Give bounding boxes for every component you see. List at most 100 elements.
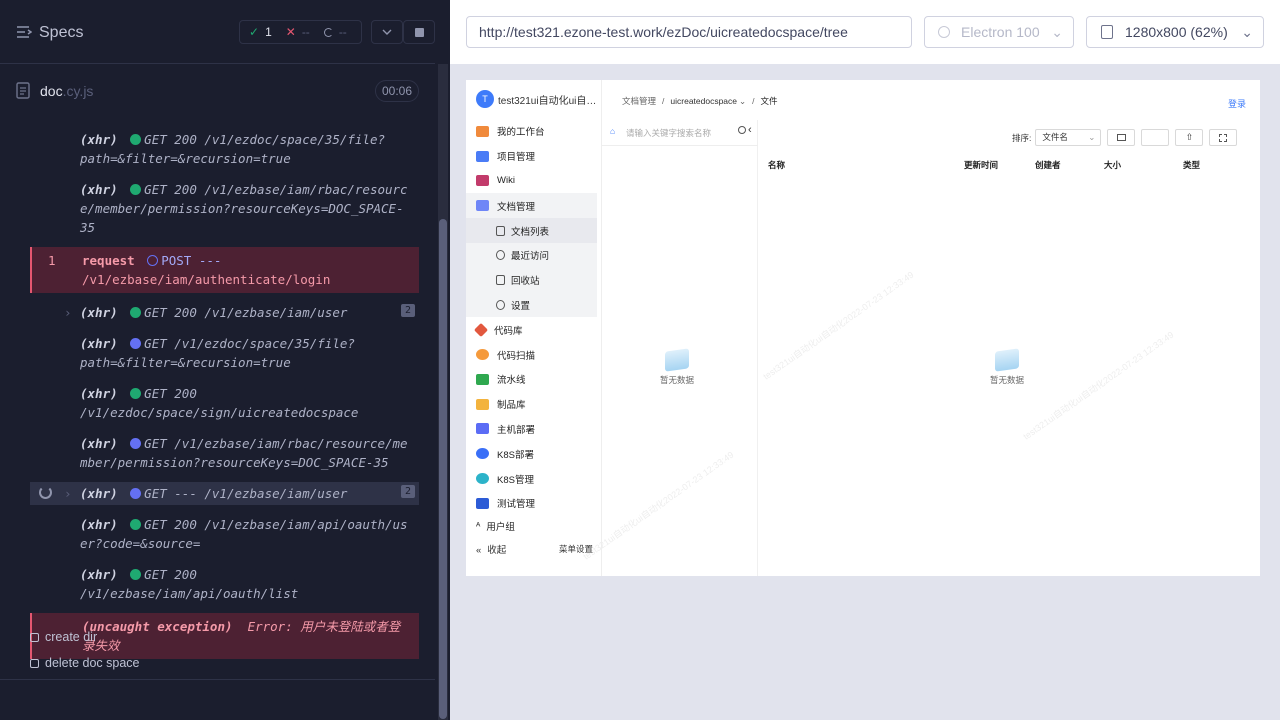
chevron-left-icon[interactable]: ‹: [748, 124, 752, 136]
column-name[interactable]: 名称: [768, 159, 785, 171]
url-bar[interactable]: http://test321.ezone-test.work/ezDoc/uic…: [466, 16, 912, 48]
status-dot-icon: [130, 388, 142, 399]
specs-title[interactable]: Specs: [39, 24, 83, 42]
nav-label: 文档管理: [497, 201, 536, 213]
log-entry-active[interactable]: › (xhr) GET --- /v1/ezbase/iam/user 2: [30, 482, 419, 505]
status-dot-icon: [130, 438, 142, 449]
failed-stat: ✕ --: [286, 25, 310, 39]
log-entry[interactable]: (xhr) GET /v1/ezdoc/space/35/file?path=&…: [30, 332, 419, 374]
log-text: GET --- /v1/ezbase/iam/user: [144, 486, 348, 501]
spec-file-name: doc.cy.js: [40, 83, 93, 99]
home-icon[interactable]: ⌂: [610, 126, 615, 136]
fullscreen-button[interactable]: [1209, 129, 1238, 146]
log-kind: (xhr): [80, 336, 118, 351]
log-entry[interactable]: (xhr) GET 200 /v1/ezdoc/space/sign/uicre…: [30, 382, 419, 424]
viewport-select[interactable]: 1280x800 (62%) ⌄: [1086, 16, 1264, 48]
column-type[interactable]: 类型: [1183, 159, 1200, 171]
tree-search[interactable]: ⌂ 请输入关键字搜索名称 ‹: [610, 124, 752, 142]
nav-code-repo[interactable]: 代码库: [466, 317, 597, 342]
pending-stat: --: [323, 25, 347, 39]
passed-count: 1: [265, 25, 272, 39]
chevron-down-icon[interactable]: ⌄: [739, 96, 746, 106]
nav-host-deploy[interactable]: 主机部署: [466, 417, 597, 442]
nav-recent[interactable]: 最近访问: [466, 242, 597, 268]
test-item[interactable]: create dir: [30, 630, 140, 644]
nav-label: 回收站: [511, 276, 540, 288]
nav-artifacts[interactable]: 制品库: [466, 392, 597, 417]
log-kind: (xhr): [80, 486, 118, 501]
log-text: GET 200 /v1/ezdoc/space/35/file?path=&fi…: [80, 132, 385, 166]
column-updated[interactable]: 更新时间: [964, 159, 998, 171]
log-entry[interactable]: (xhr) GET /v1/ezbase/iam/rbac/resource/m…: [30, 432, 419, 474]
upload-button[interactable]: ⇧: [1175, 129, 1204, 146]
log-entry-request[interactable]: 1 request POST --- /v1/ezbase/iam/authen…: [30, 247, 419, 293]
dropdown-button[interactable]: [371, 20, 403, 44]
breadcrumb-separator: /: [662, 96, 665, 106]
collapse-button[interactable]: « 收起: [476, 542, 506, 556]
project-icon: [476, 150, 489, 162]
nav-workbench[interactable]: 我的工作台: [466, 119, 597, 144]
nav-label: 我的工作台: [497, 127, 545, 139]
browser-select[interactable]: Electron 100 ⌄: [924, 16, 1074, 48]
checkbox-icon: [30, 658, 39, 668]
specs-header: Specs ✓ 1 ✕ -- --: [0, 0, 435, 64]
column-size[interactable]: 大小: [1104, 159, 1121, 171]
sort-label: 排序:: [1012, 132, 1032, 143]
log-text: GET /v1/ezdoc/space/35/file?path=&filter…: [80, 336, 355, 370]
nav-wiki[interactable]: Wiki: [466, 169, 597, 194]
stats-bar: ✓ 1 ✕ -- --: [239, 20, 362, 44]
chevron-down-icon: ⌄: [1241, 24, 1253, 40]
log-text: GET 200 /v1/ezdoc/space/sign/uicreatedoc…: [80, 386, 359, 420]
chevron-right-icon[interactable]: ›: [64, 484, 72, 503]
clock-icon: [496, 250, 505, 261]
log-entry[interactable]: (xhr) GET 200 /v1/ezbase/iam/api/oauth/u…: [30, 513, 419, 555]
doc-list-icon: [496, 225, 505, 236]
column-creator[interactable]: 创建者: [1035, 159, 1061, 171]
status-dot-icon: [130, 519, 142, 530]
nav-trash[interactable]: 回收站: [466, 267, 597, 293]
divider: [602, 145, 758, 146]
nav-k8s-deploy[interactable]: K8S部署: [466, 441, 597, 466]
log-scrollbar[interactable]: [438, 64, 448, 720]
stop-button[interactable]: [403, 20, 435, 44]
pipeline-icon: [476, 373, 489, 385]
nav-k8s-manage[interactable]: K8S管理: [466, 466, 597, 491]
nav-docs[interactable]: 文档管理: [466, 193, 597, 219]
nav-user-group[interactable]: ᴬ 用户组: [466, 515, 515, 537]
log-entry[interactable]: (xhr) GET 200 /v1/ezbase/iam/rbac/resour…: [30, 178, 419, 239]
log-entry[interactable]: › (xhr) GET 200 /v1/ezbase/iam/user 2: [30, 301, 419, 324]
new-folder-button[interactable]: [1107, 129, 1136, 146]
log-entry[interactable]: (xhr) GET 200 /v1/ezbase/iam/api/oauth/l…: [30, 563, 419, 605]
empty-text: 暂无数据: [660, 375, 695, 385]
login-link[interactable]: 登录: [1228, 97, 1246, 110]
breadcrumb-item[interactable]: 文档管理: [622, 96, 656, 106]
file-toolbar: 排序: 文件名 ⌄ ⇧: [1012, 129, 1238, 146]
breadcrumb-item: 文件: [760, 96, 778, 106]
test-item[interactable]: delete doc space: [30, 656, 140, 670]
sort-select[interactable]: 文件名 ⌄: [1035, 129, 1102, 146]
specs-list-icon[interactable]: [16, 25, 32, 39]
new-file-button[interactable]: [1141, 129, 1170, 146]
artifact-icon: [476, 398, 489, 410]
breadcrumb-item[interactable]: uicreatedocspace: [670, 96, 737, 106]
log-entry[interactable]: (xhr) GET 200 /v1/ezdoc/space/35/file?pa…: [30, 128, 419, 170]
nav-code-scan[interactable]: 代码扫描: [466, 342, 597, 367]
nav-project[interactable]: 项目管理: [466, 144, 597, 169]
nav-settings[interactable]: 设置: [466, 292, 597, 318]
nav-doc-list[interactable]: 文档列表: [466, 218, 597, 243]
nav-label: 主机部署: [497, 424, 536, 436]
browser-label: Electron 100: [961, 24, 1040, 40]
scroll-thumb[interactable]: [439, 219, 447, 719]
user-group-icon: ᴬ: [476, 520, 481, 532]
menu-settings-link[interactable]: 菜单设置: [559, 543, 593, 555]
viewport-label: 1280x800 (62%): [1125, 24, 1228, 40]
org-switcher[interactable]: T test321ui自动化ui自…: [476, 90, 596, 108]
chevron-right-icon[interactable]: ›: [64, 303, 72, 322]
search-icon[interactable]: [738, 126, 746, 134]
cypress-runner-panel: Specs ✓ 1 ✕ -- -- doc.cy.js 00:06 (xhr) …: [0, 0, 450, 720]
nav-pipeline[interactable]: 流水线: [466, 367, 597, 392]
pending-dot-icon: [147, 255, 159, 266]
log-kind: (xhr): [80, 436, 118, 451]
workbench-icon: [476, 125, 489, 137]
nav-test-manage[interactable]: 测试管理: [466, 491, 597, 516]
